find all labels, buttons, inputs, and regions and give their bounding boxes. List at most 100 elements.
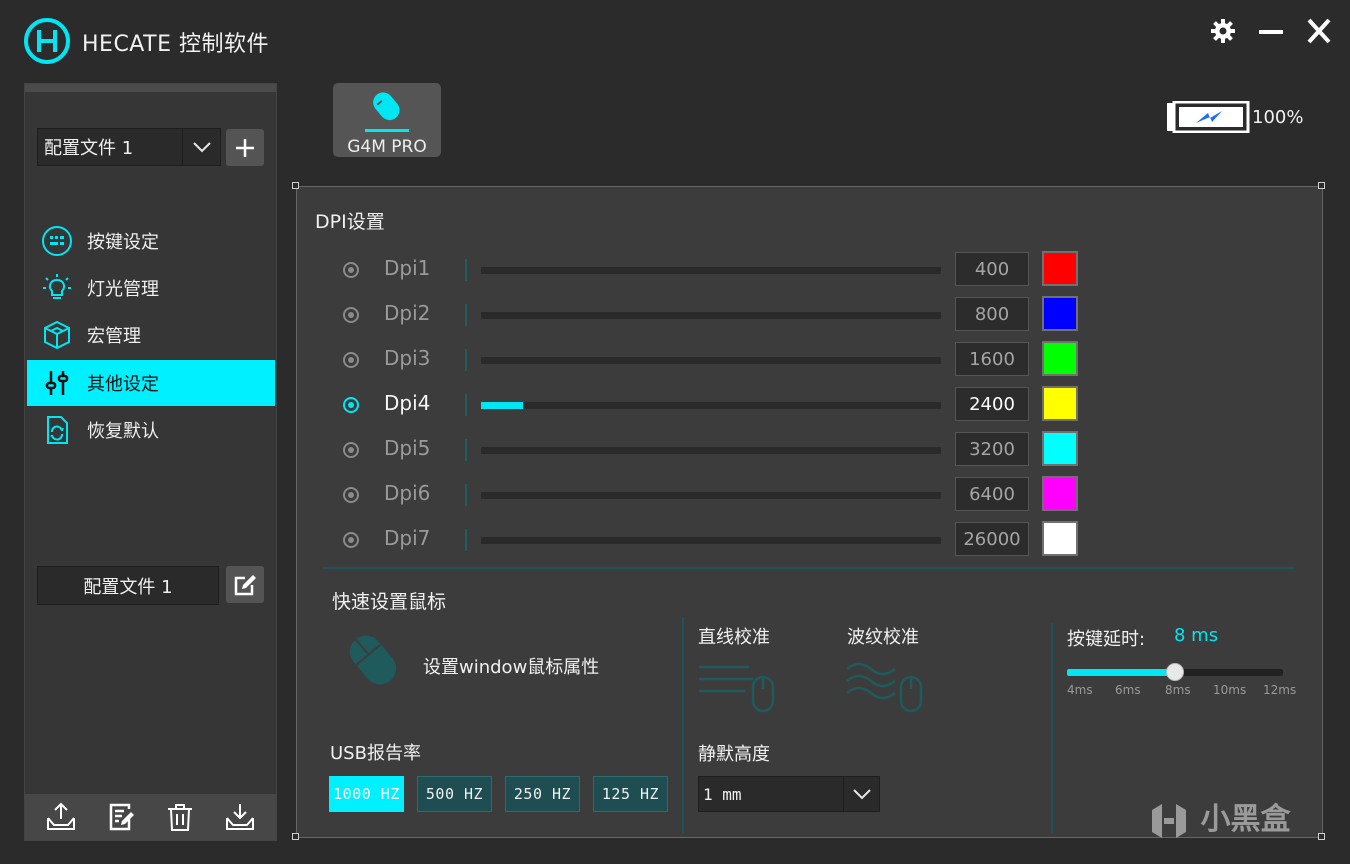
slider-start-tick — [465, 484, 467, 506]
dpi-color-swatch[interactable] — [1042, 341, 1078, 376]
usb-rate-250-button[interactable]: 250 HZ — [505, 776, 580, 812]
windows-mouse-settings-link[interactable]: 设置window鼠标属性 — [423, 653, 599, 679]
dpi-level-label: Dpi6 — [384, 481, 431, 505]
gear-icon — [1211, 19, 1235, 43]
dpi-radio[interactable] — [343, 262, 359, 278]
profile-name-field[interactable]: 配置文件 1 — [37, 566, 219, 605]
sidebar-bottom-toolbar — [25, 794, 276, 840]
usb-rate-125-button[interactable]: 125 HZ — [593, 776, 668, 812]
dpi-color-swatch[interactable] — [1042, 476, 1078, 511]
dpi-value-input[interactable]: 2400 — [955, 387, 1029, 421]
dpi-radio[interactable] — [343, 487, 359, 503]
dpi-color-swatch[interactable] — [1042, 386, 1078, 421]
dpi-slider[interactable] — [481, 267, 941, 274]
trash-icon — [168, 804, 193, 831]
nav-item-restore-default[interactable]: 恢复默认 — [27, 407, 275, 453]
dpi-slider-fill — [481, 402, 523, 409]
sliders-icon — [41, 367, 73, 399]
dpi-value-input[interactable]: 3200 — [955, 432, 1029, 466]
lift-off-select[interactable]: 1 mm — [698, 776, 880, 812]
dpi-level-label: Dpi4 — [384, 391, 431, 415]
usb-rate-500-button[interactable]: 500 HZ — [417, 776, 492, 812]
dpi-radio[interactable] — [343, 532, 359, 548]
usb-rate-title: USB报告率 — [330, 743, 421, 764]
dpi-slider[interactable] — [481, 447, 941, 454]
lift-off-title: 静默高度 — [698, 744, 770, 765]
dpi-value-input[interactable]: 800 — [955, 297, 1029, 331]
key-delay-slider-thumb[interactable] — [1166, 663, 1184, 681]
slider-start-tick — [465, 304, 467, 326]
straight-calibration-label: 直线校准 — [698, 627, 770, 648]
dpi-radio[interactable] — [343, 352, 359, 368]
hecate-logo-icon — [24, 18, 70, 64]
dpi-level-label: Dpi5 — [384, 436, 431, 460]
nav-item-label: 按键设定 — [87, 232, 159, 253]
section-divider — [323, 567, 1295, 569]
dpi-radio[interactable] — [343, 442, 359, 458]
usb-rate-1000-button[interactable]: 1000 HZ — [329, 776, 404, 812]
dpi-color-swatch[interactable] — [1042, 296, 1078, 331]
nav-item-label: 灯光管理 — [87, 279, 159, 300]
panel-corner-handle — [1318, 182, 1325, 189]
key-delay-slider[interactable] — [1067, 663, 1283, 681]
cube-icon — [41, 319, 73, 351]
dpi-slider[interactable] — [481, 537, 941, 544]
import-button[interactable] — [220, 797, 260, 837]
plus-icon — [236, 138, 254, 157]
sidebar: 配置文件 1 按键设定 灯光管理 宏管理 其他设定 恢复默认 配置文件 1 — [24, 83, 277, 841]
dpi-color-swatch[interactable] — [1042, 431, 1078, 466]
edit-profile-button[interactable] — [226, 566, 264, 603]
nav-item-macro[interactable]: 宏管理 — [27, 312, 275, 358]
close-button[interactable] — [1302, 14, 1336, 48]
dpi-level-label: Dpi7 — [384, 526, 431, 550]
dpi-level-row: Dpi1 400 — [297, 250, 1322, 290]
export-icon — [46, 802, 75, 830]
restore-icon — [41, 414, 73, 446]
dpi-radio[interactable] — [343, 397, 359, 413]
nav-item-lighting[interactable]: 灯光管理 — [27, 265, 275, 311]
straight-calibration-icon[interactable] — [697, 657, 779, 715]
device-name: G4M PRO — [347, 137, 427, 157]
chevron-down-icon — [852, 789, 871, 800]
slider-start-tick — [465, 259, 467, 281]
dpi-radio[interactable] — [343, 307, 359, 323]
keyboard-icon — [41, 225, 73, 257]
edit-icon — [234, 574, 256, 595]
nav-item-key-settings[interactable]: 按键设定 — [27, 218, 275, 264]
dpi-value-input[interactable]: 6400 — [955, 477, 1029, 511]
dpi-slider[interactable] — [481, 492, 941, 499]
battery-level: 100% — [1252, 107, 1304, 128]
dpi-value-input[interactable]: 1600 — [955, 342, 1029, 376]
ripple-calibration-label: 波纹校准 — [847, 627, 919, 648]
dpi-value-input[interactable]: 400 — [955, 252, 1029, 286]
dpi-value-input[interactable]: 26000 — [955, 522, 1029, 556]
notes-button[interactable] — [101, 797, 141, 837]
profile-select[interactable]: 配置文件 1 — [37, 128, 221, 166]
delete-button[interactable] — [160, 797, 200, 837]
dpi-color-swatch[interactable] — [1042, 521, 1078, 556]
dpi-slider[interactable] — [481, 402, 941, 409]
minimize-button[interactable] — [1254, 14, 1288, 48]
nav-item-other-settings[interactable]: 其他设定 — [27, 360, 275, 406]
main-panel: DPI设置 Dpi1 400 Dpi2 800 Dpi3 1600 Dpi4 2… — [296, 186, 1323, 838]
export-button[interactable] — [41, 797, 81, 837]
settings-button[interactable] — [1206, 14, 1240, 48]
lift-off-value: 1 mm — [703, 784, 742, 804]
device-tab-g4m-pro[interactable]: G4M PRO — [333, 83, 441, 157]
watermark-text: 小黑盒 — [1200, 802, 1291, 837]
ripple-calibration-icon[interactable] — [845, 657, 927, 715]
quick-settings-title: 快速设置鼠标 — [332, 591, 447, 613]
dpi-slider[interactable] — [481, 312, 941, 319]
profile-select-arrow[interactable] — [182, 129, 220, 165]
dpi-color-swatch[interactable] — [1042, 251, 1078, 286]
battery-icon — [1167, 101, 1250, 133]
lift-off-select-arrow[interactable] — [843, 777, 879, 811]
add-profile-button[interactable] — [226, 129, 264, 166]
dpi-slider[interactable] — [481, 357, 941, 364]
column-divider — [1051, 623, 1053, 833]
dpi-level-row: Dpi3 1600 — [297, 340, 1322, 380]
dpi-level-row: Dpi6 6400 — [297, 475, 1322, 515]
key-delay-tick-label: 10ms — [1213, 683, 1247, 697]
profile-select-value: 配置文件 1 — [44, 138, 134, 159]
key-delay-tick-label: 4ms — [1067, 683, 1093, 697]
